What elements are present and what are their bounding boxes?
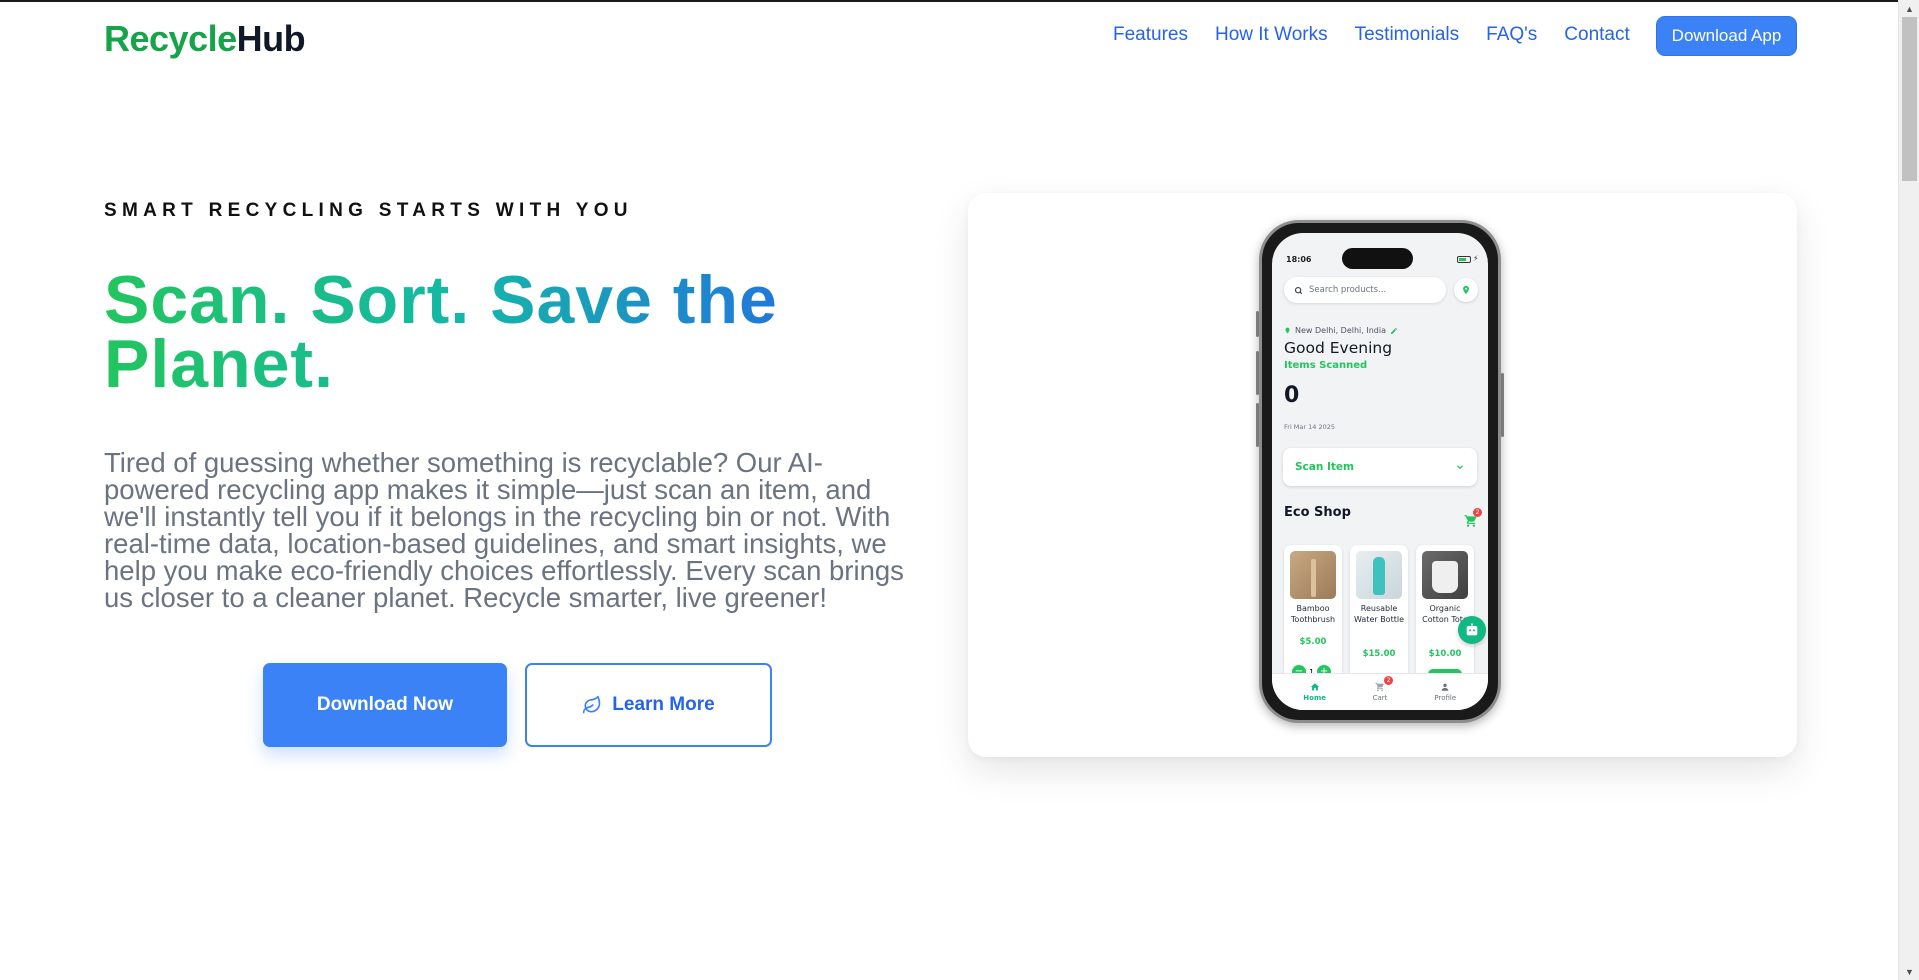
phone-screen: 18:06 ⚡ Search products... New Delhi, De… [1272, 233, 1488, 710]
hero-description: Tired of guessing whether something is r… [104, 447, 904, 613]
battery-icon [1457, 256, 1471, 263]
leaf-icon [583, 695, 601, 714]
product-card[interactable]: Bamboo Toothbrush $5.00 − 1 + [1284, 545, 1342, 685]
nav-link-testimonials[interactable]: Testimonials [1355, 24, 1460, 46]
product-image [1422, 551, 1468, 599]
product-price: $5.00 [1299, 637, 1327, 647]
location-pin-icon [1285, 327, 1290, 334]
hero-headline: Scan. Sort. Save the Planet. [104, 266, 884, 398]
app-search-placeholder: Search products... [1309, 285, 1387, 295]
phone-side-button [1256, 351, 1259, 395]
product-name: Reusable Water Bottle [1354, 604, 1404, 624]
eco-shop-title: Eco Shop [1284, 505, 1351, 520]
learn-more-label: Learn More [612, 694, 715, 715]
phone-side-button [1256, 403, 1259, 447]
tab-cart-label: Cart [1372, 694, 1388, 702]
phone-side-button [1256, 311, 1259, 337]
phone-mockup: 18:06 ⚡ Search products... New Delhi, De… [1256, 220, 1504, 723]
app-search-input[interactable]: Search products... [1284, 277, 1446, 303]
product-card[interactable]: Organic Cotton Tote $10.00 [1416, 545, 1474, 685]
bottom-tab-bar: Home 2 Cart Profile [1272, 673, 1488, 710]
items-scanned-label: Items Scanned [1284, 360, 1368, 371]
search-icon [1294, 286, 1303, 294]
tab-home[interactable]: Home [1290, 674, 1340, 710]
user-location: New Delhi, Delhi, India [1284, 326, 1398, 335]
cart-count-badge: 2 [1473, 508, 1482, 517]
nav-link-faqs[interactable]: FAQ's [1486, 24, 1537, 46]
product-name: Bamboo Toothbrush [1290, 604, 1336, 624]
pencil-icon[interactable] [1390, 327, 1398, 335]
download-now-button[interactable]: Download Now [263, 663, 507, 747]
product-price: $10.00 [1428, 649, 1462, 659]
items-scanned-count: 0 [1284, 383, 1300, 408]
cart-tab-badge: 2 [1383, 676, 1393, 685]
product-list: Bamboo Toothbrush $5.00 − 1 + Reusable W… [1284, 545, 1474, 685]
learn-more-button[interactable]: Learn More [525, 663, 772, 747]
profile-icon [1441, 683, 1449, 691]
location-pin-icon [1463, 285, 1469, 295]
scan-item-label: Scan Item [1295, 461, 1354, 473]
product-price: $15.00 [1362, 649, 1396, 659]
chevron-down-icon [1457, 465, 1463, 470]
cart-icon [1375, 682, 1384, 692]
scroll-up-arrow-icon[interactable]: ▲ [1899, 0, 1919, 17]
hero-tagline: SMART RECYCLING STARTS WITH YOU [104, 200, 633, 221]
product-card[interactable]: Reusable Water Bottle $15.00 [1350, 545, 1408, 685]
brand-logo-part2: Hub [236, 18, 306, 59]
page-scrollbar[interactable]: ▲ ▼ [1898, 0, 1919, 980]
download-app-button[interactable]: Download App [1656, 16, 1797, 56]
tab-profile-label: Profile [1434, 694, 1457, 702]
location-button[interactable] [1454, 278, 1478, 302]
chat-bot-icon [1466, 623, 1478, 636]
nav-link-how-it-works[interactable]: How It Works [1215, 24, 1328, 46]
status-time: 18:06 [1286, 255, 1312, 264]
shop-cart-button[interactable]: 2 [1464, 508, 1482, 529]
tab-cart[interactable]: 2 Cart [1355, 674, 1405, 710]
scan-item-dropdown[interactable]: Scan Item [1283, 448, 1477, 486]
window-top-border [0, 0, 1919, 2]
phone-side-button [1501, 373, 1504, 437]
dynamic-island [1342, 248, 1413, 269]
brand-logo-part1: Recycle [104, 18, 237, 59]
scrollbar-thumb[interactable] [1902, 17, 1917, 181]
home-icon [1310, 683, 1319, 691]
main-nav: Features How It Works Testimonials FAQ's… [1113, 24, 1630, 46]
product-image [1290, 551, 1336, 599]
nav-link-features[interactable]: Features [1113, 24, 1188, 46]
tab-profile[interactable]: Profile [1420, 674, 1470, 710]
charging-icon: ⚡ [1473, 254, 1479, 263]
current-date: Fri Mar 14 2025 [1284, 423, 1336, 431]
brand-logo[interactable]: RecycleHub [104, 18, 306, 60]
tab-home-label: Home [1303, 694, 1327, 702]
greeting: Good Evening [1284, 339, 1393, 357]
product-image [1356, 551, 1402, 599]
nav-link-contact[interactable]: Contact [1564, 24, 1629, 46]
scroll-down-arrow-icon[interactable]: ▼ [1899, 963, 1919, 980]
chat-bot-button[interactable] [1458, 616, 1486, 644]
user-location-text: New Delhi, Delhi, India [1295, 326, 1386, 335]
